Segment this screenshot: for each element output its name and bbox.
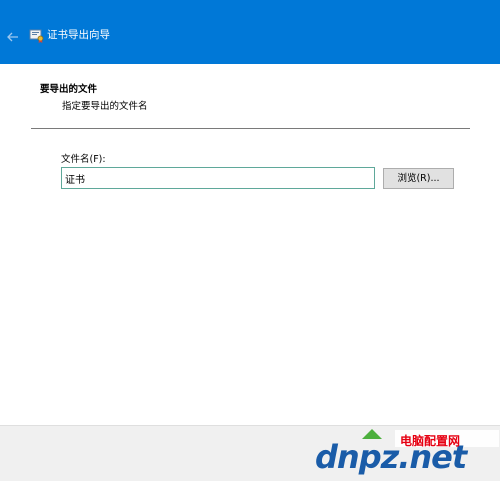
- header-divider: [31, 128, 470, 129]
- filename-input[interactable]: [61, 167, 375, 189]
- page-title: 要导出的文件: [40, 84, 98, 95]
- browse-button[interactable]: 浏览(R)...: [383, 168, 454, 189]
- window-title: 证书导出向导: [47, 29, 110, 41]
- export-wizard-window: 证书导出向导 要导出的文件 指定要导出的文件名 文件名(F): 浏览(R)...…: [0, 0, 500, 481]
- back-arrow-icon[interactable]: [6, 29, 20, 43]
- title-bar: 证书导出向导: [0, 0, 500, 64]
- filename-label: 文件名(F):: [61, 154, 106, 165]
- certificate-wizard-icon: [29, 27, 45, 43]
- wizard-header: [0, 64, 500, 128]
- page-subtitle: 指定要导出的文件名: [62, 101, 148, 112]
- watermark-site-name: 电脑配置网: [400, 434, 461, 448]
- site-watermark-logo: dnpz.net 电脑配置网: [312, 426, 500, 481]
